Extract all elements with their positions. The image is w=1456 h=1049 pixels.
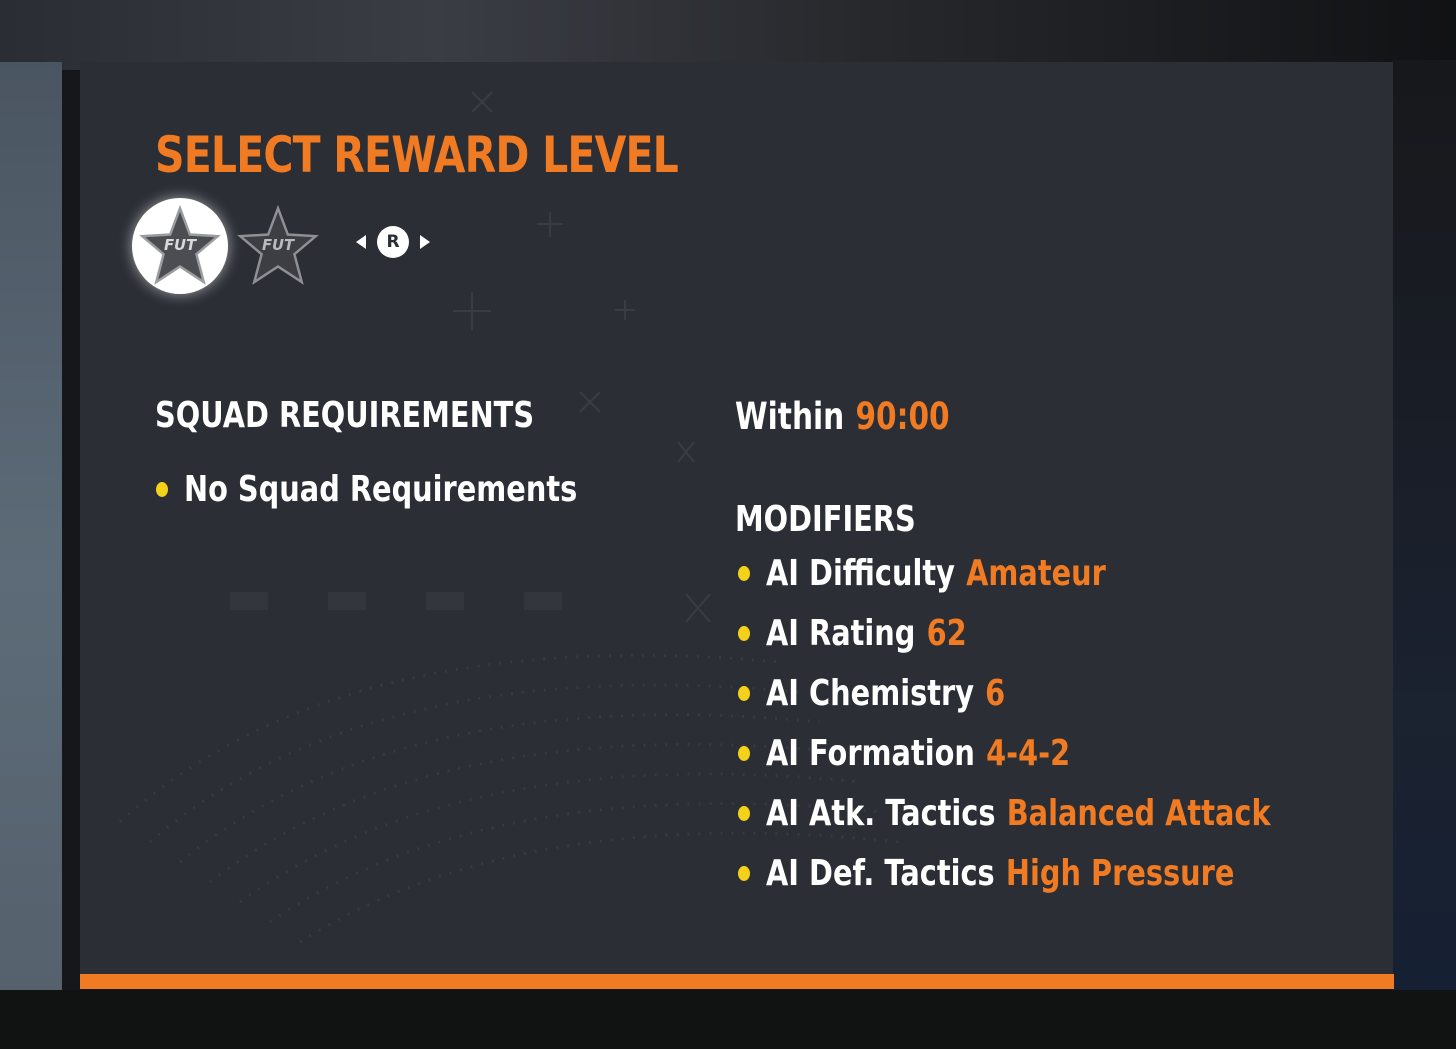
time-limit-label: Within (735, 395, 845, 438)
time-limit-value: 90:00 (855, 395, 950, 438)
bullet-icon (738, 566, 750, 581)
arrow-left-icon (356, 235, 366, 249)
fut-badge-label: FUT (262, 237, 296, 254)
panel-accent-bar (80, 974, 1394, 989)
background-right (1392, 60, 1456, 990)
reward-level-1-button[interactable]: FUT (132, 198, 228, 294)
modifier-value: 62 (926, 613, 967, 654)
page-title: SELECT REWARD LEVEL (155, 126, 679, 184)
modifier-ai-rating: AI Rating 62 (738, 613, 967, 654)
modifier-ai-formation: AI Formation 4-4-2 (738, 733, 1070, 774)
fut-star-icon: FUT (139, 205, 221, 285)
reward-level-2-button[interactable]: FUT (230, 198, 326, 294)
background-top (0, 0, 1456, 70)
modifier-label: AI Chemistry (766, 673, 974, 714)
squad-requirement-text: No Squad Requirements (184, 469, 578, 510)
modifiers-heading: MODIFIERS (735, 499, 916, 540)
squad-requirements-heading: SQUAD REQUIREMENTS (155, 395, 535, 436)
modifier-label: AI Difficulty (766, 553, 955, 594)
bullet-icon (738, 866, 750, 881)
modifier-value: Amateur (966, 553, 1106, 594)
modifier-ai-atk-tactics: AI Atk. Tactics Balanced Attack (738, 793, 1271, 834)
time-limit: Within 90:00 (735, 395, 950, 438)
modifier-value: High Pressure (1005, 853, 1235, 894)
bullet-icon (738, 686, 750, 701)
modifier-value: Balanced Attack (1006, 793, 1271, 834)
fut-badge-label: FUT (164, 237, 198, 254)
modifier-ai-def-tactics: AI Def. Tactics High Pressure (738, 853, 1234, 894)
modifier-label: AI Atk. Tactics (766, 793, 996, 834)
fut-star-icon: FUT (237, 205, 319, 285)
modifier-label: AI Def. Tactics (766, 853, 995, 894)
modifier-value: 4-4-2 (986, 733, 1071, 774)
background-bottom (0, 990, 1456, 1049)
modifier-value: 6 (985, 673, 1006, 714)
bullet-icon (156, 482, 168, 497)
r-button-icon: R (377, 226, 409, 258)
switch-level-hint[interactable]: R (356, 225, 430, 259)
bullet-icon (738, 746, 750, 761)
bullet-icon (738, 626, 750, 641)
reward-level-panel: SELECT REWARD LEVEL FUT FUT R SQUAD REQU… (80, 62, 1393, 974)
modifier-label: AI Rating (766, 613, 916, 654)
modifier-ai-difficulty: AI Difficulty Amateur (738, 553, 1106, 594)
modifier-label: AI Formation (766, 733, 975, 774)
side-panel-edge (0, 62, 62, 990)
modifier-ai-chemistry: AI Chemistry 6 (738, 673, 1005, 714)
bullet-icon (738, 806, 750, 821)
squad-requirement-item: No Squad Requirements (156, 469, 577, 510)
arrow-right-icon (420, 235, 430, 249)
